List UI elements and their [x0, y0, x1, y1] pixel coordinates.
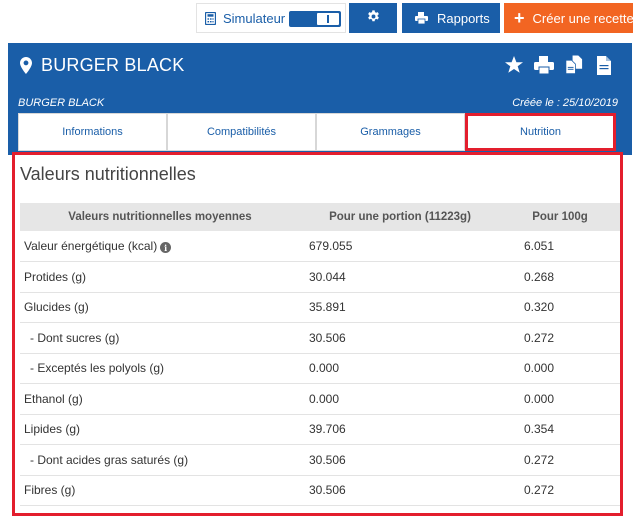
tab-nutrition[interactable]: Nutrition	[465, 113, 616, 151]
row-per100-value: 0.268	[500, 261, 620, 293]
tab-grammages[interactable]: Grammages	[316, 113, 465, 151]
simulator-button[interactable]: Simulateur	[196, 3, 346, 33]
print-icon[interactable]	[534, 55, 554, 75]
reports-button[interactable]: Rapports	[402, 3, 500, 33]
header-actions	[504, 55, 614, 75]
gear-icon	[367, 10, 380, 26]
tab-label: Nutrition	[520, 126, 561, 138]
table-row: Ethanol (g) 0.000 0.000	[20, 383, 620, 415]
recipe-tabs: Informations Compatibilités Grammages Nu…	[18, 113, 616, 151]
row-portion-value: 30.506	[300, 475, 500, 506]
recipe-title: BURGER BLACK	[41, 55, 185, 75]
info-icon[interactable]: i	[160, 242, 172, 254]
copy-files-icon[interactable]	[564, 55, 584, 75]
row-portion-value: 30.506	[300, 444, 500, 476]
row-per100-value: 0.272	[500, 322, 620, 354]
creation-date: Créée le : 25/10/2019	[512, 97, 618, 109]
row-per100-value: 6.051	[500, 231, 620, 262]
row-per100-value: 0.354	[500, 414, 620, 445]
printer-icon	[415, 12, 428, 24]
row-portion-value: 0.000	[300, 353, 500, 384]
create-recipe-button[interactable]: + Créer une recette	[504, 3, 633, 33]
table-header-row: Valeurs nutritionnelles moyennes Pour un…	[20, 203, 620, 231]
row-per100-value: 0.272	[500, 444, 620, 476]
row-label: Ethanol (g)	[20, 383, 300, 415]
row-portion-value: 30.506	[300, 322, 500, 354]
tab-label: Compatibilités	[206, 126, 277, 138]
panel-title: Valeurs nutritionnelles	[20, 164, 196, 184]
map-pin-icon	[20, 57, 32, 74]
row-per100-value: 0.320	[500, 292, 620, 323]
tab-compatibilites[interactable]: Compatibilités	[167, 113, 316, 151]
settings-button[interactable]	[349, 3, 397, 33]
create-recipe-label: Créer une recette	[532, 10, 633, 26]
row-per100-value: 0.000	[500, 353, 620, 384]
tab-label: Grammages	[360, 126, 421, 138]
table-row: - Dont acides gras saturés (g) 30.506 0.…	[20, 444, 620, 476]
column-header-name: Valeurs nutritionnelles moyennes	[20, 203, 300, 231]
column-header-per100: Pour 100g	[500, 203, 620, 231]
tab-informations[interactable]: Informations	[18, 113, 167, 151]
row-label: Lipides (g)	[20, 414, 300, 445]
table-row: - Dont sucres (g) 30.506 0.272	[20, 322, 620, 354]
row-label: Fibres (g)	[20, 475, 300, 506]
row-portion-value: 0.000	[300, 383, 500, 415]
row-label-text: Valeur énergétique (kcal)	[24, 238, 158, 253]
top-toolbar: Simulateur Rapports + Créer une recette	[0, 3, 633, 35]
nutrition-table: Valeurs nutritionnelles moyennes Pour un…	[20, 203, 620, 506]
tab-label: Informations	[62, 126, 123, 138]
row-label: Protides (g)	[20, 261, 300, 293]
plus-icon: +	[514, 8, 525, 28]
row-portion-value: 30.044	[300, 261, 500, 293]
recipe-title-row: BURGER BLACK	[20, 55, 184, 76]
nutrition-panel: Valeurs nutritionnelles Valeurs nutritio…	[12, 152, 623, 516]
document-icon[interactable]	[594, 55, 614, 75]
row-label: Glucides (g)	[20, 292, 300, 323]
table-row: Protides (g) 30.044 0.268	[20, 261, 620, 293]
row-per100-value: 0.000	[500, 383, 620, 415]
table-row: - Exceptés les polyols (g) 0.000 0.000	[20, 353, 620, 384]
recipe-subtitle: BURGER BLACK	[18, 97, 105, 109]
toggle-knob	[317, 13, 339, 25]
reports-label: Rapports	[437, 10, 490, 26]
row-label: Valeur énergétique (kcal) i	[20, 231, 300, 262]
row-label: - Dont acides gras saturés (g)	[20, 444, 300, 476]
row-portion-value: 679.055	[300, 231, 500, 262]
table-row: Glucides (g) 35.891 0.320	[20, 292, 620, 323]
table-row: Lipides (g) 39.706 0.354	[20, 414, 620, 445]
calculator-icon	[205, 11, 217, 25]
row-portion-value: 39.706	[300, 414, 500, 445]
star-icon[interactable]	[504, 55, 524, 75]
row-label: - Dont sucres (g)	[20, 322, 300, 354]
row-label: - Exceptés les polyols (g)	[20, 353, 300, 384]
column-header-portion: Pour une portion (11223g)	[300, 203, 500, 231]
row-per100-value: 0.272	[500, 475, 620, 506]
table-row: Fibres (g) 30.506 0.272	[20, 475, 620, 506]
simulator-toggle[interactable]	[289, 11, 341, 27]
simulator-label: Simulateur	[223, 10, 286, 26]
table-row: Valeur énergétique (kcal) i 679.055 6.051	[20, 231, 620, 262]
row-portion-value: 35.891	[300, 292, 500, 323]
